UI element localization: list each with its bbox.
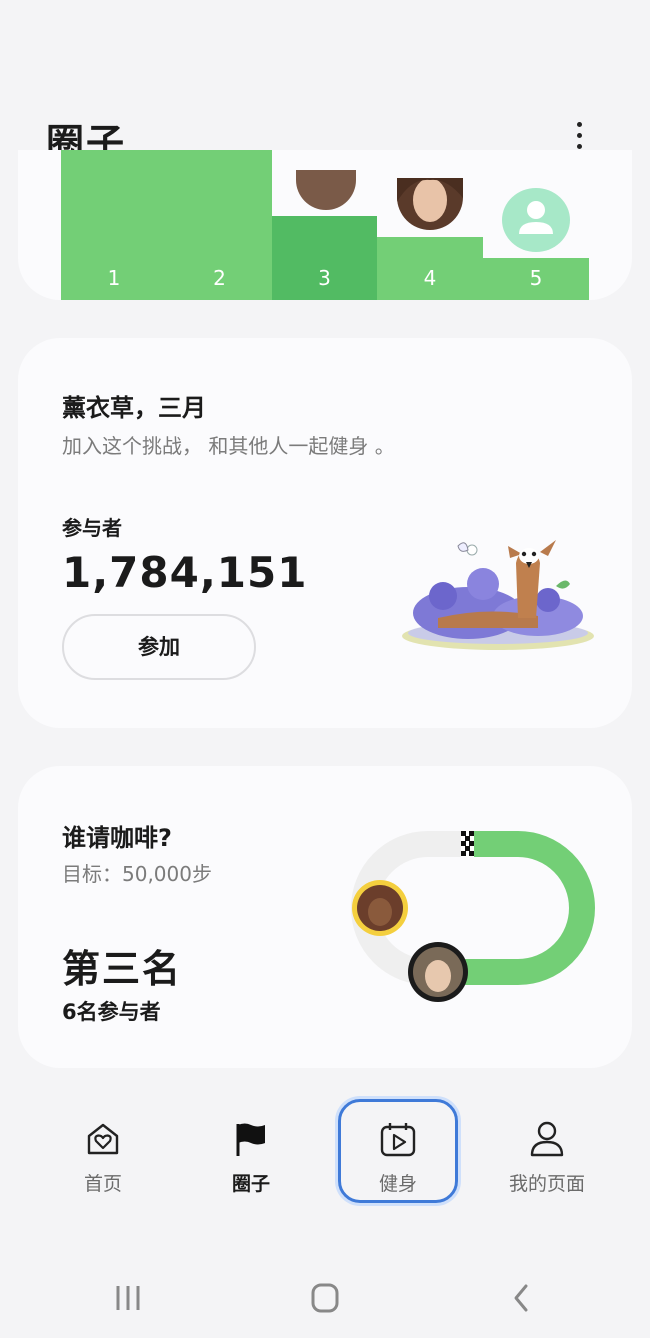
rank-number: 4 (423, 266, 437, 290)
home-icon[interactable] (305, 1280, 345, 1316)
nav-circles-label: 圈子 (231, 1173, 270, 1195)
rank-bar-3: 3 (272, 216, 377, 300)
bottom-navigation: 首页 圈子 健身 我的页面 (0, 1085, 650, 1235)
rank-number: 1 (107, 266, 121, 290)
rank-bar-1: 1 (61, 150, 167, 300)
flag-icon (236, 1123, 265, 1156)
system-navigation-bar (0, 1258, 650, 1338)
rank-number: 2 (213, 266, 226, 290)
participants-label: 参与者 (62, 516, 122, 540)
home-heart-icon (87, 1123, 119, 1155)
nav-home-label: 首页 (83, 1173, 122, 1195)
rank-number: 5 (529, 266, 543, 290)
race-track (351, 831, 595, 1002)
rank-bar-2: 2 (167, 150, 272, 300)
nav-my-page[interactable]: 我的页面 (487, 1099, 607, 1203)
challenge-subtitle: 加入这个挑战， 和其他人一起健身 。 (62, 434, 395, 458)
calendar-play-icon (380, 1123, 416, 1157)
nav-home[interactable]: 首页 (43, 1099, 163, 1203)
nav-my-page-label: 我的页面 (508, 1173, 585, 1195)
rank-number: 3 (318, 266, 331, 290)
finish-flag-icon (461, 831, 474, 857)
rank-bar-5: 5 (483, 258, 589, 300)
deer-lavender-illustration (402, 540, 594, 650)
coffee-participants: 6名参与者 (62, 1000, 161, 1024)
nav-circles[interactable]: 圈子 (191, 1099, 311, 1203)
coffee-rank: 第三名 (62, 947, 183, 991)
participants-count: 1,784,151 (62, 548, 308, 597)
coffee-goal: 目标：50,000步 (62, 862, 212, 886)
avatar (296, 170, 356, 210)
nav-fitness-label: 健身 (378, 1173, 417, 1195)
join-button[interactable]: 参加 (62, 614, 256, 680)
challenge-card[interactable]: 薰衣草，三月 加入这个挑战， 和其他人一起健身 。 参与者 1,784,151 … (18, 338, 632, 728)
recent-apps-icon[interactable] (108, 1280, 148, 1316)
avatar (397, 178, 463, 230)
back-icon[interactable] (502, 1280, 542, 1316)
challenge-title: 薰衣草，三月 (62, 394, 206, 422)
avatar-placeholder (502, 188, 570, 252)
person-icon (530, 1121, 564, 1157)
nav-fitness[interactable]: 健身 (338, 1099, 458, 1203)
coffee-title: 谁请咖啡? (62, 824, 172, 852)
coffee-challenge-card[interactable]: 谁请咖啡? 目标：50,000步 第三名 6名参与者 (18, 766, 632, 1068)
rank-bar-4: 4 (377, 237, 483, 300)
leaderboard-card[interactable]: 1 2 3 4 5 (18, 150, 632, 300)
